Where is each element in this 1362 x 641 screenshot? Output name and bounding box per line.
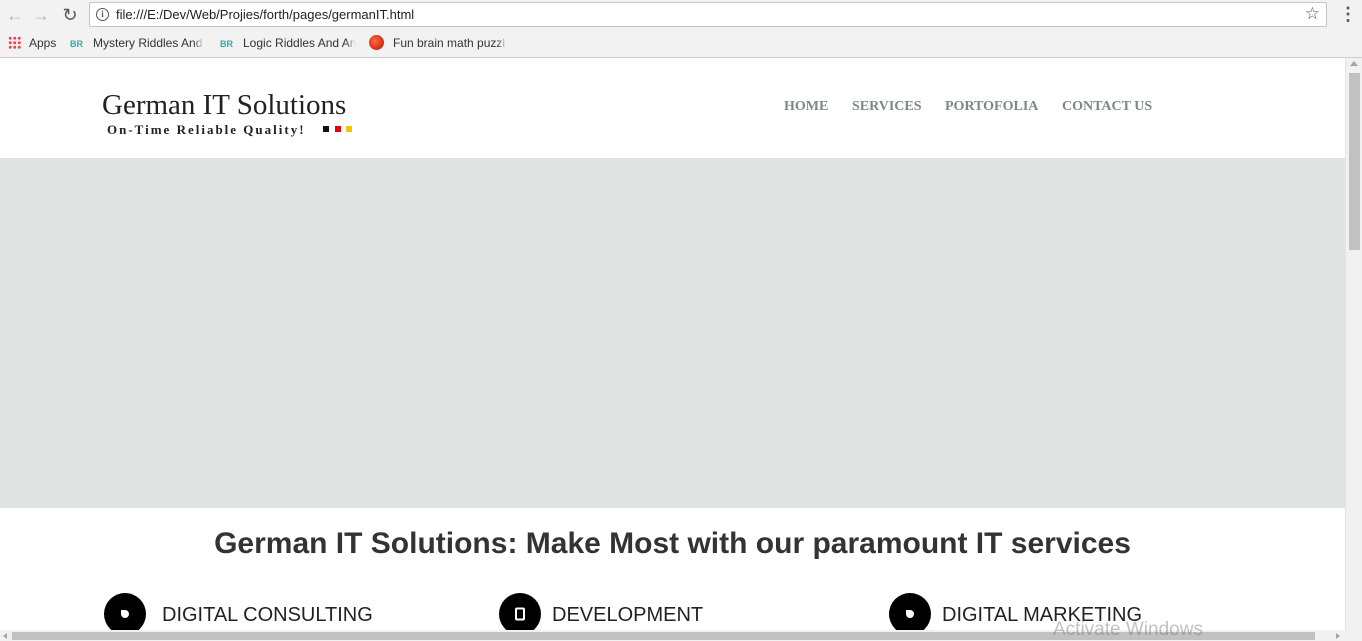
address-bar[interactable]: i file:///E:/Dev/Web/Projies/forth/pages…	[89, 2, 1327, 27]
star-icon[interactable]: ☆	[1305, 4, 1320, 24]
drop-icon	[889, 593, 931, 630]
activate-windows-watermark: Activate Windows	[1053, 619, 1203, 640]
br-badge-icon: BR	[70, 39, 83, 49]
nav-services[interactable]: SERVICES	[852, 99, 922, 115]
vertical-scrollbar[interactable]	[1345, 58, 1362, 630]
nav-portofolia[interactable]: PORTOFOLIA	[945, 99, 1038, 115]
nav-contact-us[interactable]: CONTACT US	[1062, 99, 1152, 115]
scroll-right-icon[interactable]	[1336, 633, 1340, 639]
nav-home[interactable]: HOME	[784, 99, 828, 115]
logo-tagline: On-Time Reliable Quality!	[107, 122, 306, 137]
url-text[interactable]: file:///E:/Dev/Web/Projies/forth/pages/g…	[116, 7, 414, 22]
scroll-up-icon[interactable]	[1350, 61, 1358, 66]
service-digital-consulting: DIGITAL CONSULTING	[162, 604, 373, 626]
kebab-menu-icon[interactable]: ⋮	[1339, 4, 1357, 24]
apps-grid-icon	[8, 36, 21, 49]
bookmark-brain-math[interactable]: Fun brain math puzzl	[369, 34, 507, 52]
red-ball-icon	[369, 35, 384, 50]
drop-icon	[104, 593, 146, 630]
page-headline: German IT Solutions: Make Most with our …	[214, 527, 1131, 560]
bookmark-label: Mystery Riddles And	[93, 36, 203, 50]
logo-title[interactable]: German IT Solutions	[102, 89, 346, 122]
vertical-scroll-thumb[interactable]	[1349, 73, 1360, 250]
browser-toolbar: ← → ↻ i file:///E:/Dev/Web/Projies/forth…	[0, 0, 1362, 58]
flag-red-square	[335, 126, 341, 132]
bookmarks-bar: Apps BR Mystery Riddles And BR Logic Riddl…	[0, 31, 1362, 55]
hero-banner	[0, 158, 1345, 508]
bookmark-label: Logic Riddles And An	[243, 36, 356, 50]
tablet-icon	[499, 593, 541, 630]
arrow-right-icon[interactable]: →	[30, 4, 52, 26]
flag-black-square	[323, 126, 329, 132]
reload-icon[interactable]: ↻	[59, 4, 81, 26]
page-viewport: German IT Solutions On-Time Reliable Qua…	[0, 58, 1345, 630]
info-icon[interactable]: i	[96, 8, 109, 21]
bookmark-logic-riddles[interactable]: BR Logic Riddles And An	[220, 34, 356, 52]
arrow-left-icon[interactable]: ←	[4, 4, 26, 26]
br-badge-icon: BR	[220, 39, 233, 49]
flag-gold-square	[346, 126, 352, 132]
bookmark-label: Fun brain math puzzl	[393, 36, 506, 50]
bookmark-label: Apps	[29, 36, 57, 50]
bookmark-mystery-riddles[interactable]: BR Mystery Riddles And	[70, 34, 204, 52]
service-development: DEVELOPMENT	[552, 604, 704, 626]
scroll-left-icon[interactable]	[3, 633, 7, 639]
bookmark-apps[interactable]: Apps	[8, 34, 68, 52]
